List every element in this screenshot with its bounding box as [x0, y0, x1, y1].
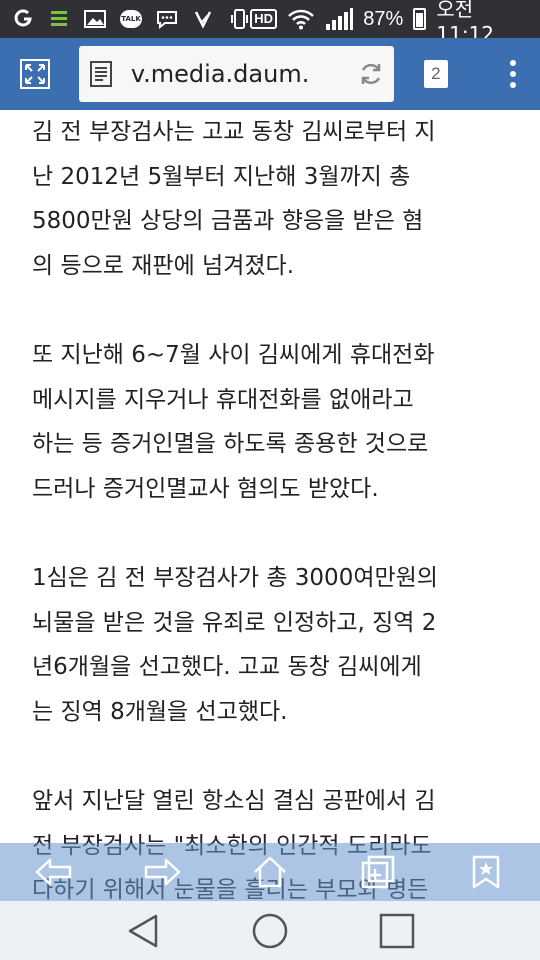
article-line: 뇌물을 받은 것을 유죄로 인정하고, 징역 2 — [32, 609, 437, 636]
signal-icon — [325, 8, 354, 30]
reader-mode-icon — [89, 61, 112, 87]
bookmark-star-icon — [472, 855, 500, 889]
article-paragraph: 1심은 김 전 부장검사가 총 3000여만원의뇌물을 받은 것을 유죄로 인정… — [32, 556, 508, 734]
chat-icon — [156, 8, 178, 30]
article-paragraph: 김 전 부장검사는 고교 동창 김씨로부터 지난 2012년 5월부터 지난해 … — [32, 110, 508, 288]
fullscreen-icon — [20, 59, 51, 89]
check-notification-icon — [192, 8, 214, 30]
article-line: 하는 등 증거인멸을 하도록 종용한 것으로 — [32, 431, 429, 457]
article-line: 년6개월을 선고했다. 고교 동창 김씨에게 — [32, 654, 422, 680]
article-line: 의 등으로 재판에 넘겨졌다. — [32, 252, 295, 279]
refresh-icon[interactable] — [358, 61, 384, 87]
article-line: 드러나 증거인멸교사 혐의도 받았다. — [32, 475, 379, 502]
arrow-left-icon — [35, 858, 72, 886]
square-recents-icon — [379, 913, 414, 948]
url-bar[interactable]: v.media.daum. — [78, 46, 395, 102]
hd-voice-icon: HD — [250, 8, 278, 30]
browser-toolbar: v.media.daum. 2 — [0, 38, 540, 110]
system-recents-button[interactable] — [367, 901, 427, 960]
kakaotalk-icon: TALK — [120, 8, 142, 30]
browser-bottom-bar — [0, 843, 540, 901]
app-notification-icon — [12, 8, 34, 30]
more-vertical-icon — [509, 60, 516, 88]
article-paragraph: 또 지난해 6~7월 사이 김씨에게 휴대전화메시지를 지우거나 휴대전화를 없… — [32, 333, 508, 511]
system-home-button[interactable] — [240, 901, 300, 960]
status-bar: TALK HD 87% 오전 11:12 — [0, 0, 540, 46]
gallery-icon — [84, 8, 106, 30]
tab-count-badge: 2 — [423, 56, 452, 88]
list-notification-icon — [48, 8, 70, 30]
back-button[interactable] — [24, 843, 84, 901]
triangle-back-icon — [129, 914, 158, 947]
home-icon — [254, 856, 286, 888]
article-line: 는 징역 8개월을 선고했다. — [32, 698, 288, 725]
article-line: 5800만원 상당의 금품과 향응을 받은 혐 — [32, 208, 424, 234]
system-back-button[interactable] — [113, 901, 173, 960]
battery-icon — [413, 8, 427, 30]
circle-home-icon — [252, 913, 288, 948]
battery-percent: 87% — [363, 7, 404, 30]
article-line: 1심은 김 전 부장검사가 총 3000여만원의 — [32, 565, 438, 591]
article-line: 또 지난해 6~7월 사이 김씨에게 휴대전화 — [32, 342, 435, 368]
fullscreen-button[interactable] — [8, 38, 63, 110]
url-text: v.media.daum. — [130, 60, 310, 88]
tabs-button[interactable]: 2 — [408, 38, 463, 110]
article-line: 김 전 부장검사는 고교 동창 김씨로부터 지 — [32, 119, 436, 145]
home-page-button[interactable] — [240, 843, 300, 901]
article-line: 앞서 지난달 열린 항소심 결심 공판에서 김 — [32, 788, 436, 814]
forward-button[interactable] — [132, 843, 192, 901]
add-window-icon — [361, 855, 395, 889]
article-line: 난 2012년 5월부터 지난해 3월까지 총 — [32, 163, 411, 190]
article-body: 김 전 부장검사는 고교 동창 김씨로부터 지난 2012년 5월부터 지난해 … — [32, 110, 508, 958]
system-navigation-bar — [0, 901, 540, 960]
bookmarks-button[interactable] — [456, 843, 516, 901]
arrow-right-icon — [144, 858, 181, 886]
wifi-icon — [287, 8, 315, 30]
vibrate-icon — [228, 8, 250, 30]
add-bookmark-button[interactable] — [348, 843, 408, 901]
more-options-button[interactable] — [485, 38, 540, 110]
article-line: 메시지를 지우거나 휴대전화를 없애라고 — [32, 386, 414, 413]
